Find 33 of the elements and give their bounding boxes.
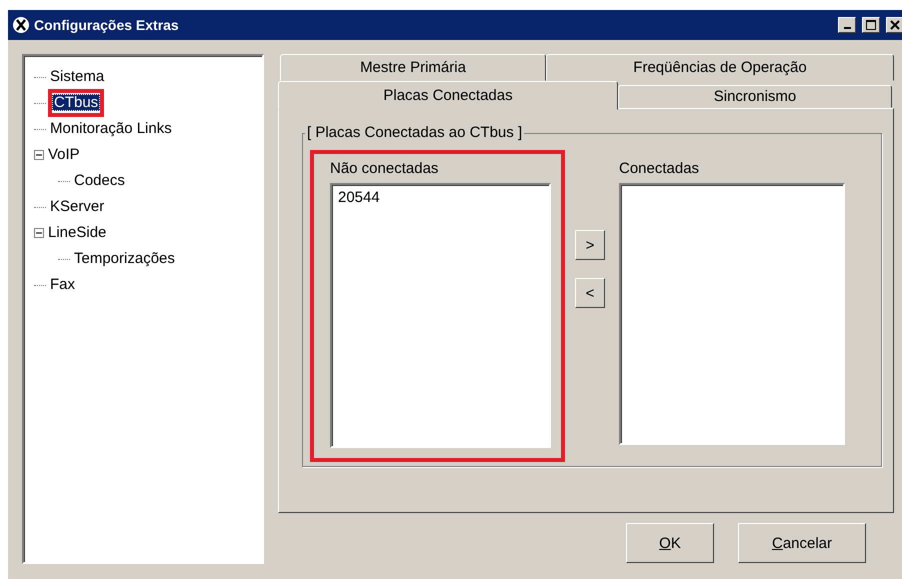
window-title: Configurações Extras <box>34 17 180 33</box>
list-label: Não conectadas <box>330 160 440 177</box>
tree-item[interactable]: KServer <box>48 197 106 217</box>
tree-item[interactable]: Temporizações <box>72 249 177 269</box>
maximize-button[interactable] <box>862 17 880 33</box>
minimize-icon <box>844 27 850 29</box>
move-button[interactable]: > <box>575 230 605 260</box>
maximize-icon <box>866 20 876 30</box>
dialog-button[interactable]: OK <box>626 523 714 563</box>
tree-item[interactable]: VoIP <box>46 145 82 165</box>
collapse-icon[interactable] <box>34 228 44 238</box>
close-icon <box>890 20 900 30</box>
list-item[interactable]: 20544 <box>338 189 543 206</box>
tab[interactable]: Placas Conectadas <box>278 81 618 110</box>
tree-item[interactable]: Monitoração Links <box>48 119 174 139</box>
tab[interactable]: Mestre Primária <box>280 54 546 81</box>
tree-item[interactable]: LineSide <box>46 223 108 243</box>
list-box[interactable]: 20544 <box>330 183 551 448</box>
group-title: [ Placas Conectadas ao CTbus ] <box>305 124 524 141</box>
tree-item[interactable]: Codecs <box>72 171 127 191</box>
tree-item[interactable]: Sistema <box>48 67 106 87</box>
tab[interactable]: Freqüências de Operação <box>546 54 894 81</box>
dialog-button[interactable]: Cancelar <box>738 523 866 563</box>
move-button[interactable]: < <box>575 278 605 308</box>
list-box[interactable] <box>619 183 845 445</box>
close-button[interactable] <box>886 17 902 33</box>
minimize-button[interactable] <box>838 17 856 33</box>
app-logo-icon <box>12 16 30 34</box>
list-label: Conectadas <box>619 160 700 177</box>
collapse-icon[interactable] <box>34 150 44 160</box>
tree-item[interactable]: CTbus <box>52 94 100 111</box>
tab[interactable]: Sincronismo <box>618 85 892 108</box>
tree-item[interactable]: Fax <box>48 275 78 295</box>
